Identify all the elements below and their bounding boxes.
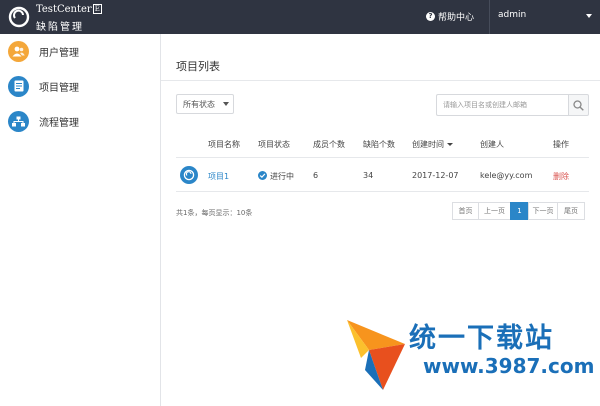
title-divider	[161, 80, 600, 81]
app-badge: E	[92, 4, 102, 14]
sidebar-item-label: 用户管理	[39, 47, 79, 59]
users-icon	[8, 40, 29, 62]
watermark-text: 统一下载站	[409, 323, 554, 354]
user-menu[interactable]: admin	[498, 10, 594, 20]
user-name: admin	[498, 10, 527, 20]
search-button[interactable]	[568, 94, 589, 116]
delete-button[interactable]: 删除	[553, 171, 569, 182]
sort-desc-icon	[447, 143, 453, 146]
sidebar-item-users[interactable]: 用户管理	[8, 40, 79, 62]
column-header-name: 项目名称	[208, 140, 240, 149]
watermark-logo-icon	[347, 320, 405, 390]
search-icon	[573, 99, 584, 111]
status-filter-select[interactable]: 所有状态	[176, 94, 234, 114]
creator-email: kele@yy.com	[480, 171, 533, 180]
app-subtitle: 缺陷管理	[36, 22, 84, 33]
app-name: TestCenter E	[36, 4, 102, 15]
project-name-link[interactable]: 项目1	[208, 171, 229, 182]
watermark-url: www.3987.com	[423, 354, 595, 378]
site-watermark: 统一下载站 www.3987.com	[343, 314, 595, 394]
column-header-defects: 缺陷个数	[363, 140, 395, 149]
table-header-divider	[176, 157, 589, 158]
check-circle-icon	[258, 171, 267, 180]
next-page-button[interactable]: 下一页	[528, 202, 558, 220]
project-status-label: 进行中	[270, 172, 294, 181]
status-filter-value: 所有状态	[183, 100, 215, 109]
sidebar-item-label: 流程管理	[39, 117, 79, 129]
column-header-created-at[interactable]: 创建时间	[412, 139, 453, 150]
caret-down-icon	[223, 102, 229, 106]
top-bar: TestCenter E 缺陷管理 ? 帮助中心 admin	[0, 0, 600, 34]
project-status: 进行中	[258, 171, 294, 182]
page-number-button[interactable]: 1	[510, 202, 529, 220]
total-count-text: 共1条，每页显示：10条	[176, 209, 253, 217]
prev-page-button[interactable]: 上一页	[478, 202, 511, 220]
column-header-actions: 操作	[553, 140, 569, 149]
column-header-members: 成员个数	[313, 140, 345, 149]
topbar-divider	[489, 0, 490, 34]
document-icon	[8, 75, 29, 97]
sidebar-item-label: 项目管理	[39, 82, 79, 94]
search-input[interactable]	[436, 94, 568, 116]
pagination: 首页 上一页 1 下一页 尾页	[452, 202, 585, 220]
sidebar-item-projects[interactable]: 项目管理	[8, 75, 79, 97]
defect-count: 34	[363, 171, 374, 180]
table-row-divider	[176, 191, 589, 192]
last-page-button[interactable]: 尾页	[557, 202, 585, 220]
caret-down-icon	[586, 14, 592, 18]
page-title: 项目列表	[176, 60, 220, 73]
sidebar-item-workflow[interactable]: 流程管理	[8, 110, 79, 132]
help-center-link[interactable]: ? 帮助中心	[426, 10, 474, 23]
testcenter-logo-icon[interactable]	[8, 6, 30, 28]
column-header-creator: 创建人	[480, 140, 504, 149]
member-count: 6	[313, 171, 319, 180]
flow-icon	[8, 110, 29, 132]
first-page-button[interactable]: 首页	[452, 202, 479, 220]
column-header-status: 项目状态	[258, 140, 290, 149]
sidebar: 用户管理 项目管理 流程管理	[0, 34, 161, 406]
created-at: 2017-12-07	[412, 171, 459, 180]
column-header-label: 创建时间	[412, 140, 444, 149]
help-center-label: 帮助中心	[438, 13, 475, 23]
project-logo-icon	[180, 166, 198, 184]
help-icon: ?	[426, 12, 435, 21]
